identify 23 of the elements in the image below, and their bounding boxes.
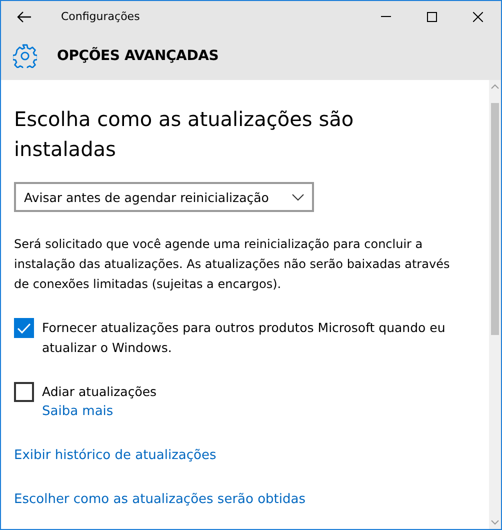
page-title: OPÇÕES AVANÇADAS [57, 48, 219, 64]
scroll-down-icon[interactable] [491, 520, 499, 525]
minimize-icon [381, 16, 391, 17]
install-mode-dropdown[interactable]: Avisar antes de agendar reinicialização [14, 182, 314, 212]
settings-link[interactable]: Exibir histórico de atualizações [14, 446, 216, 466]
back-arrow-icon [17, 10, 31, 22]
section-heading: Escolha como as atualizações são instaladas [14, 106, 355, 163]
checkbox-label: Fornecer atualizações para outros produtos Microsoft quando eu atualizar o Windows. [42, 319, 446, 357]
chevron-down-icon [292, 194, 304, 200]
maximize-icon [427, 12, 437, 22]
description-text: Será solicitado que você agende uma reinicialização para concluir a instalação das atualizações. As atualizações não serão baixadas através de conexões limitadas (sujeitas a encargos). [14, 236, 451, 293]
window-title: Configurações [61, 10, 141, 23]
close-icon [473, 12, 483, 22]
settings-icon [13, 44, 37, 68]
scrollbar[interactable] [489, 80, 501, 529]
checkbox-label: Adiar atualizações [42, 383, 158, 401]
scrollbar-thumb[interactable] [491, 103, 499, 335]
checkbox[interactable] [14, 382, 34, 402]
checkbox[interactable] [14, 318, 34, 338]
learn-more-link[interactable]: Saiba mais [42, 402, 462, 422]
settings-link[interactable]: Escolher como as atualizações serão obtidas [14, 490, 306, 510]
checkmark-icon [17, 322, 31, 334]
scroll-up-icon[interactable] [491, 84, 499, 89]
